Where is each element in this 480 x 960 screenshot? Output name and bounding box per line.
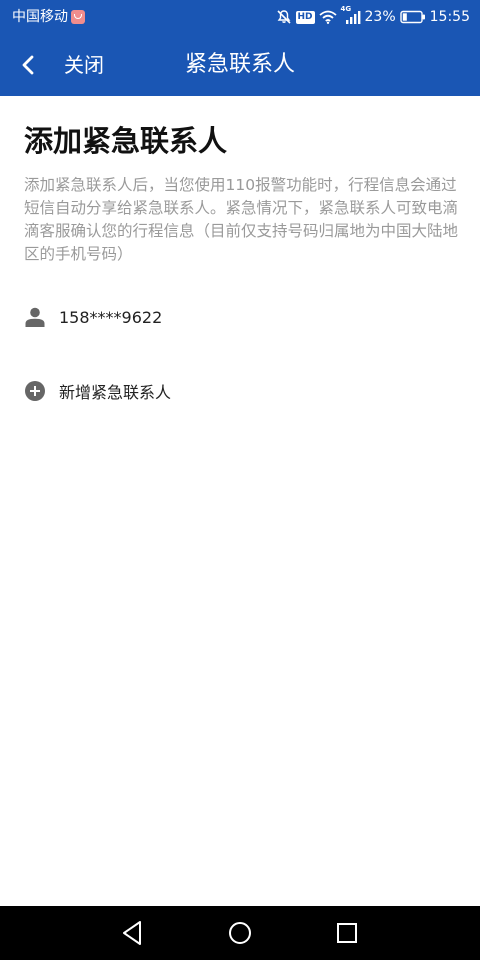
nav-recents-button[interactable] bbox=[332, 918, 362, 948]
carrier-info: 中国移动 bbox=[12, 8, 85, 26]
clock: 15:55 bbox=[429, 9, 470, 25]
close-label: 关闭 bbox=[64, 53, 104, 77]
app-header: 中国移动 HD 4G 23% 15:55 关闭 紧急联系人 bbox=[0, 0, 480, 96]
title-bar: 关闭 紧急联系人 bbox=[0, 34, 480, 96]
nav-back-button[interactable] bbox=[118, 918, 148, 948]
person-icon bbox=[25, 307, 45, 327]
battery-icon bbox=[399, 10, 425, 24]
close-button[interactable]: 关闭 bbox=[18, 48, 118, 82]
carrier-app-icon bbox=[71, 10, 85, 24]
mute-icon bbox=[276, 10, 291, 24]
wifi-icon bbox=[318, 10, 337, 24]
4g-signal-icon: 4G bbox=[341, 5, 361, 25]
status-bar: 中国移动 HD 4G 23% 15:55 bbox=[0, 0, 480, 34]
add-contact-label: 新增紧急联系人 bbox=[59, 383, 172, 402]
nav-home-button[interactable] bbox=[225, 918, 255, 948]
page-title: 添加紧急联系人 bbox=[24, 124, 228, 158]
hd-icon: HD bbox=[295, 10, 315, 24]
status-icons: HD 4G 23% 15:55 bbox=[276, 5, 470, 26]
home-circle-icon bbox=[229, 922, 251, 944]
contact-phone: 158****9622 bbox=[59, 307, 163, 327]
recents-square-icon bbox=[337, 923, 357, 943]
system-nav-bar bbox=[0, 906, 480, 960]
description-text: 添加紧急联系人后，当您使用110报警功能时，行程信息会通过短信自动分享给紧急联系… bbox=[24, 176, 459, 263]
contact-item[interactable]: 158****9622 bbox=[24, 304, 456, 330]
chevron-left-icon bbox=[22, 55, 34, 75]
back-triangle-icon bbox=[123, 921, 141, 945]
carrier-name: 中国移动 bbox=[12, 9, 68, 25]
battery-percent: 23% bbox=[364, 9, 396, 25]
plus-circle-icon bbox=[25, 381, 45, 401]
add-contact-button[interactable]: 新增紧急联系人 bbox=[24, 378, 456, 404]
